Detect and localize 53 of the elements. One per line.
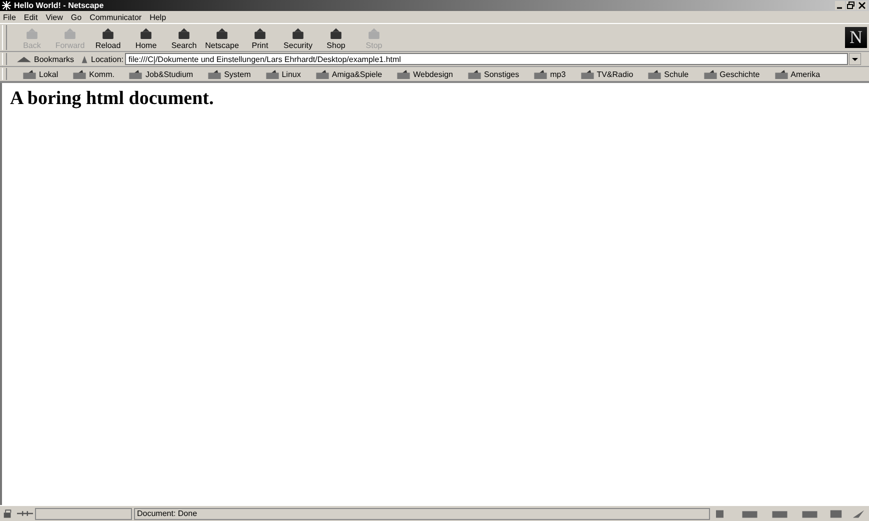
menu-item[interactable]: Communicator (90, 12, 142, 22)
toolbar-button[interactable]: Shop (317, 24, 355, 50)
menu-item[interactable]: Edit (24, 12, 38, 22)
menu-item[interactable]: File (3, 12, 16, 22)
bookmark-folder-button[interactable]: TV&Radio (572, 70, 638, 78)
location-label: Location: (91, 54, 124, 64)
folder-icon (316, 70, 329, 78)
folder-icon (208, 70, 222, 78)
bookmark-folder-button[interactable]: mp3 (526, 70, 571, 78)
folder-icon (129, 70, 142, 78)
folder-icon (397, 70, 410, 78)
window-title: Hello World! - Netscape (14, 1, 104, 10)
toolbar-button[interactable]: Netscape (203, 24, 241, 50)
folder-icon (648, 70, 662, 78)
menu-item[interactable]: Go (70, 12, 82, 22)
bookmark-folder-button[interactable]: Lokal (15, 70, 64, 78)
close-icon[interactable] (857, 1, 867, 10)
bookmark-folder-button[interactable]: Linux (258, 70, 306, 78)
location-field[interactable]: file:///C|/Dokumente und Einstellungen/Lars Ehrhardt/Desktop/example1.html (125, 53, 848, 65)
connection-icon (17, 509, 33, 518)
toolbar-button[interactable]: Home (127, 24, 165, 50)
toolbar-button[interactable]: Reload (89, 24, 127, 50)
bookmark-folder-button[interactable]: Webdesign (389, 70, 458, 78)
folder-icon (704, 70, 717, 78)
toolbar-button[interactable]: Print (241, 24, 279, 50)
app-icon (2, 1, 11, 10)
status-text: Document: Done (134, 508, 710, 520)
toolbar-button[interactable]: Search (165, 24, 203, 50)
minimize-icon[interactable] (835, 1, 845, 10)
bookmark-folder-button[interactable]: Komm. (65, 70, 120, 78)
bookmark-folder-button[interactable]: Schule (640, 70, 694, 78)
folder-icon (534, 70, 548, 78)
bookmark-folder-button[interactable]: Sonstiges (460, 70, 524, 78)
folder-icon (266, 70, 279, 78)
folder-icon (23, 70, 36, 78)
bookmark-folder-button[interactable]: System (200, 70, 256, 78)
folder-icon (580, 70, 594, 78)
restore-icon[interactable] (846, 1, 856, 10)
bookmarks-button[interactable]: Bookmarks (13, 54, 80, 64)
folder-icon (774, 70, 788, 78)
page-heading: A boring html document. (10, 88, 214, 110)
bookmark-folder-button[interactable]: Amiga&Spiele (308, 70, 388, 78)
dropdown-icon[interactable] (849, 53, 861, 65)
menu-item[interactable]: Help (150, 12, 166, 22)
bookmark-folder-button[interactable]: Geschichte (696, 70, 765, 78)
component-bar-drawing[interactable] (716, 508, 866, 518)
bookmark-folder-button[interactable]: Amerika (766, 70, 826, 78)
folder-icon (468, 70, 481, 78)
folder-icon (73, 70, 86, 78)
toolbar-button[interactable]: Security (279, 24, 317, 50)
menu-item[interactable]: View (46, 12, 63, 22)
netscape-logo[interactable]: N (845, 27, 867, 48)
bookmark-folder-button[interactable]: Job&Studium (121, 70, 198, 78)
